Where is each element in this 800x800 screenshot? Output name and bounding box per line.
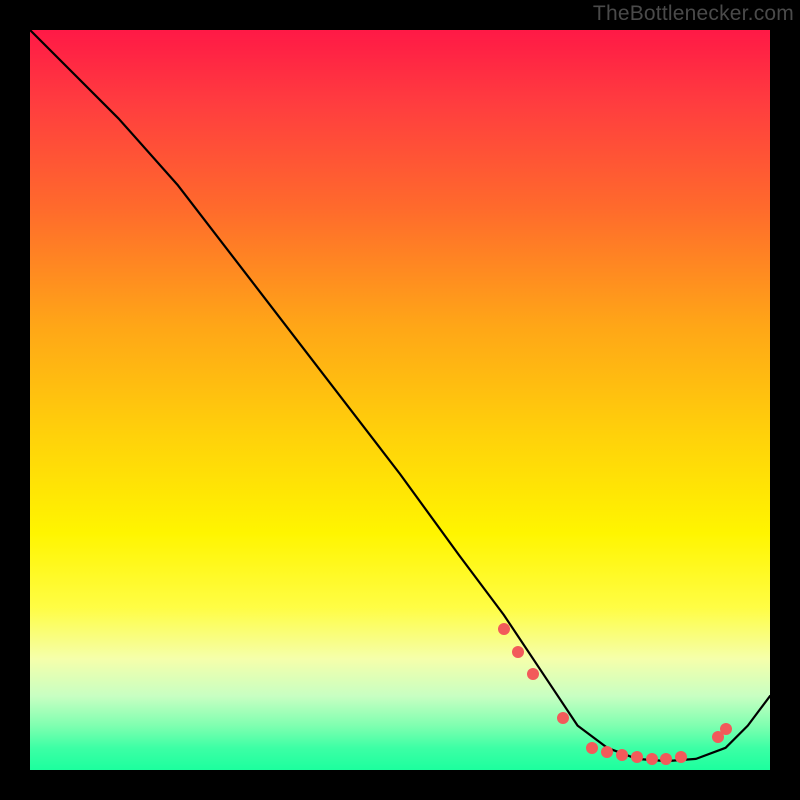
- marker-dot: [646, 753, 658, 765]
- marker-dot: [675, 751, 687, 763]
- marker-dot: [660, 753, 672, 765]
- marker-dot: [616, 749, 628, 761]
- attribution-text: TheBottlenecker.com: [593, 2, 794, 26]
- chart-curve: [30, 30, 770, 770]
- marker-dot: [512, 646, 524, 658]
- marker-dot: [527, 668, 539, 680]
- curve-path: [30, 30, 770, 761]
- marker-dot: [557, 712, 569, 724]
- marker-dot: [631, 751, 643, 763]
- marker-dot: [720, 723, 732, 735]
- marker-dot: [498, 623, 510, 635]
- marker-dot: [601, 746, 613, 758]
- chart-plot-area: [30, 30, 770, 770]
- marker-dot: [586, 742, 598, 754]
